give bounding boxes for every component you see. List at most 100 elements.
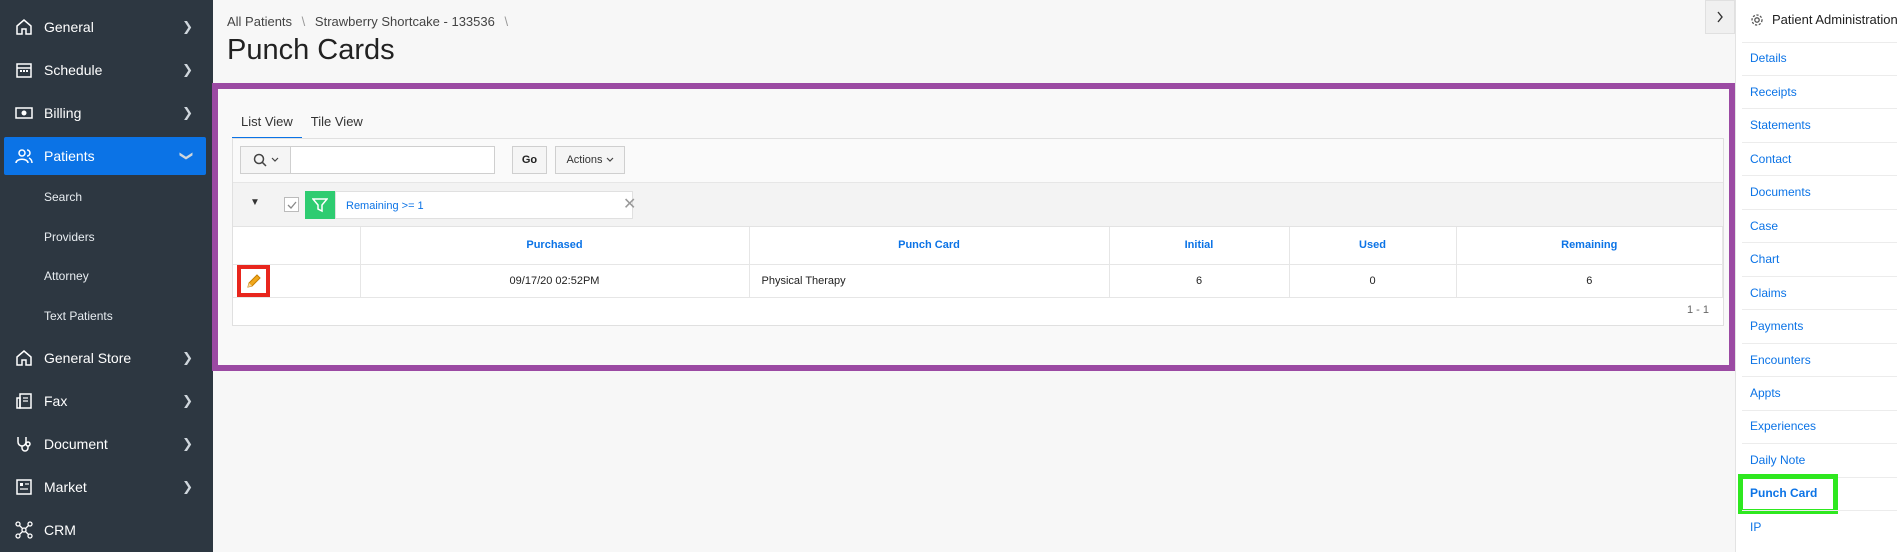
edit-cell bbox=[233, 264, 361, 298]
nav-item-billing[interactable]: Billing ❯ bbox=[0, 94, 213, 132]
col-header-purchased[interactable]: Purchased bbox=[360, 227, 750, 265]
filter-bar: ▼ Remaining >= 1 ✕ bbox=[233, 183, 1723, 227]
remove-filter-icon[interactable]: ✕ bbox=[623, 194, 636, 214]
pagination-info: 1 - 1 bbox=[1686, 304, 1709, 316]
cell-punch-card: Physical Therapy bbox=[749, 264, 1110, 298]
actions-button[interactable]: Actions bbox=[555, 146, 625, 174]
search-column-button[interactable] bbox=[241, 147, 291, 173]
nav-item-general[interactable]: General ❯ bbox=[0, 8, 213, 46]
rp-link-case[interactable]: Case bbox=[1750, 219, 1778, 233]
cell-initial: 6 bbox=[1109, 264, 1290, 298]
nav-label: General bbox=[44, 19, 94, 35]
breadcrumb-root[interactable]: All Patients bbox=[227, 14, 292, 29]
collapse-panel-button[interactable] bbox=[1705, 0, 1735, 34]
go-button[interactable]: Go bbox=[512, 146, 547, 174]
store-icon bbox=[14, 348, 34, 368]
right-panel: Patient Administration Details Receipts … bbox=[1735, 0, 1897, 552]
chevron-right-icon: ❯ bbox=[182, 436, 193, 451]
nav-label: CRM bbox=[44, 522, 76, 538]
nav-sub-attorney[interactable]: Attorney bbox=[44, 269, 89, 283]
nav-label: Document bbox=[44, 436, 108, 452]
rp-link-receipts[interactable]: Receipts bbox=[1750, 85, 1797, 99]
divider bbox=[1742, 443, 1897, 444]
punch-cards-region: List View Tile View Go Actions ▼ Remaini… bbox=[212, 83, 1735, 371]
nav-item-document[interactable]: Document ❯ bbox=[0, 425, 213, 463]
breadcrumb: All Patients \ Strawberry Shortcake - 13… bbox=[227, 14, 514, 29]
rp-link-details[interactable]: Details bbox=[1750, 51, 1787, 65]
chevron-right-icon: ❯ bbox=[182, 479, 193, 494]
nav-item-market[interactable]: Market ❯ bbox=[0, 468, 213, 506]
chevron-down-icon bbox=[271, 157, 278, 162]
page-title: Punch Cards bbox=[227, 34, 395, 66]
divider bbox=[1742, 209, 1897, 210]
rp-link-statements[interactable]: Statements bbox=[1750, 118, 1811, 132]
tab-tile-view[interactable]: Tile View bbox=[302, 107, 372, 139]
pencil-icon bbox=[246, 273, 261, 288]
chevron-down-icon bbox=[606, 157, 613, 162]
punch-cards-table: Purchased Punch Card Initial Used Remain… bbox=[233, 227, 1723, 298]
filter-condition[interactable]: Remaining >= 1 bbox=[335, 191, 633, 219]
edit-button[interactable] bbox=[237, 264, 270, 297]
tab-list-view[interactable]: List View bbox=[232, 107, 302, 139]
nav-item-crm[interactable]: CRM bbox=[0, 511, 213, 549]
col-header-initial[interactable]: Initial bbox=[1109, 227, 1290, 265]
rp-link-experiences[interactable]: Experiences bbox=[1750, 419, 1816, 433]
rp-link-claims[interactable]: Claims bbox=[1750, 286, 1787, 300]
nav-item-schedule[interactable]: Schedule ❯ bbox=[0, 51, 213, 89]
market-icon bbox=[14, 477, 34, 497]
chevron-right-icon bbox=[1717, 11, 1723, 23]
nav-sub-providers[interactable]: Providers bbox=[44, 230, 95, 244]
nav-item-general-store[interactable]: General Store ❯ bbox=[0, 339, 213, 377]
chevron-right-icon: ❯ bbox=[182, 105, 193, 120]
nav-label: Billing bbox=[44, 105, 82, 121]
divider bbox=[1742, 142, 1897, 143]
nav-label: Schedule bbox=[44, 62, 103, 78]
chevron-down-icon: ❯ bbox=[179, 150, 195, 162]
cell-remaining: 6 bbox=[1456, 264, 1723, 298]
rp-link-chart[interactable]: Chart bbox=[1750, 252, 1779, 266]
checkmark-icon bbox=[287, 201, 296, 209]
network-icon bbox=[14, 520, 34, 540]
nav-sub-text-patients[interactable]: Text Patients bbox=[44, 309, 113, 323]
divider bbox=[1742, 376, 1897, 377]
stethoscope-icon bbox=[14, 434, 34, 454]
col-header-used[interactable]: Used bbox=[1289, 227, 1457, 265]
right-panel-title: Patient Administration bbox=[1772, 12, 1897, 27]
cell-purchased: 09/17/20 02:52PM bbox=[360, 264, 750, 298]
report-toolbar: Go Actions bbox=[233, 139, 1723, 183]
rp-link-documents[interactable]: Documents bbox=[1750, 185, 1811, 199]
divider bbox=[1742, 108, 1897, 109]
col-header-punch-card[interactable]: Punch Card bbox=[749, 227, 1110, 265]
table-row: 09/17/20 02:52PM Physical Therapy 6 0 6 bbox=[233, 264, 1723, 298]
collapse-filters-icon[interactable]: ▼ bbox=[250, 197, 260, 208]
col-header-remaining[interactable]: Remaining bbox=[1456, 227, 1723, 265]
interactive-report: Go Actions ▼ Remaining >= 1 ✕ Purchased bbox=[232, 138, 1724, 326]
left-nav: General ❯ Schedule ❯ Billing ❯ Patients … bbox=[0, 0, 213, 552]
rp-link-appts[interactable]: Appts bbox=[1750, 386, 1781, 400]
cell-used: 0 bbox=[1289, 264, 1457, 298]
rp-link-payments[interactable]: Payments bbox=[1750, 319, 1803, 333]
rp-link-daily-note[interactable]: Daily Note bbox=[1750, 453, 1805, 467]
nav-sub-search[interactable]: Search bbox=[44, 190, 82, 204]
calendar-icon bbox=[14, 60, 34, 80]
gear-icon bbox=[1751, 13, 1763, 26]
rp-link-contact[interactable]: Contact bbox=[1750, 152, 1791, 166]
nav-label: Patients bbox=[44, 148, 95, 164]
rp-link-encounters[interactable]: Encounters bbox=[1750, 353, 1811, 367]
chevron-right-icon: ❯ bbox=[182, 393, 193, 408]
divider bbox=[1742, 410, 1897, 411]
breadcrumb-separator: \ bbox=[504, 14, 509, 29]
breadcrumb-separator: \ bbox=[301, 14, 306, 29]
money-icon bbox=[14, 103, 34, 123]
home-icon bbox=[14, 17, 34, 37]
breadcrumb-current[interactable]: Strawberry Shortcake - 133536 bbox=[315, 14, 495, 29]
users-icon bbox=[14, 146, 34, 166]
nav-item-fax[interactable]: Fax ❯ bbox=[0, 382, 213, 420]
rp-link-ip[interactable]: IP bbox=[1750, 520, 1761, 534]
nav-label: General Store bbox=[44, 350, 132, 366]
nav-item-patients[interactable]: Patients ❯ bbox=[4, 137, 206, 175]
filter-enable-checkbox[interactable] bbox=[284, 197, 299, 212]
col-header-edit bbox=[233, 227, 361, 265]
search-icon bbox=[253, 153, 267, 167]
search-input[interactable] bbox=[291, 147, 494, 173]
